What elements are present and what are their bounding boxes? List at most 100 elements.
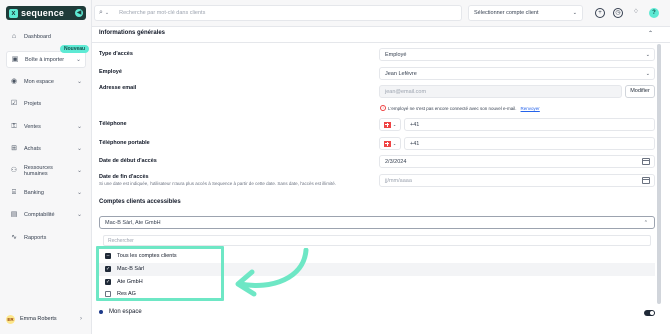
warning-text: L'employé ne s'est pas encore connecté a… xyxy=(388,105,517,111)
chevron-up-icon: ⌃ xyxy=(643,219,648,226)
sidebar-item-label: Projets xyxy=(24,100,42,107)
sidebar-item-banking[interactable]: ⌸ Banking ⌄ xyxy=(6,184,86,201)
logo-text: sequence xyxy=(21,8,65,18)
chevron-down-icon: ⌄ xyxy=(76,79,82,85)
home-icon: ⌂ xyxy=(11,32,17,40)
email-field: jean@email.com xyxy=(379,85,622,98)
phone-label: Téléphone xyxy=(99,121,127,127)
access-type-label: Type d'accès xyxy=(99,51,133,57)
swiss-flag-icon xyxy=(383,140,391,147)
account-select[interactable]: Sélectionner compte client ⌄ xyxy=(468,5,583,21)
sidebar-item-label: Ventes xyxy=(24,123,41,130)
sidebar-item-label: Banking xyxy=(24,189,44,196)
highlight-box xyxy=(96,246,224,301)
employee-label: Employé xyxy=(99,69,122,75)
clock-icon[interactable]: ◷ xyxy=(613,8,623,18)
sidebar-item-comptabilite[interactable]: ▤ Comptabilité ⌄ xyxy=(6,206,86,223)
collapse-sidebar-icon[interactable]: ◀ xyxy=(75,9,83,17)
modify-button[interactable]: Modifier xyxy=(625,85,655,98)
bank-icon: ⌸ xyxy=(11,188,17,196)
end-date-input[interactable]: jj/mm/aaaa xyxy=(379,174,655,187)
calendar-icon[interactable] xyxy=(642,177,650,184)
search-icon: ⌕ xyxy=(99,9,103,16)
scrollbar[interactable] xyxy=(657,44,661,304)
sidebar-item-projets[interactable]: ☑ Projets xyxy=(6,95,86,112)
purchases-icon: ⊞ xyxy=(11,144,17,152)
chevron-down-icon: ⌄ xyxy=(76,146,82,152)
search-input[interactable]: ⌕ ⌄ Recherche par mot-clé dans clients xyxy=(94,5,462,21)
main-content: Informations générales ⌃ Type d'accès Em… xyxy=(92,27,670,334)
employee-select[interactable]: Jean Lefèvre ⌄ xyxy=(379,67,655,80)
user-name: Emma Roberts xyxy=(20,316,57,322)
calendar-icon[interactable] xyxy=(642,158,650,165)
phone-field: ⌄ +41 xyxy=(379,118,655,131)
country-select[interactable]: ⌄ xyxy=(379,118,401,131)
mon-espace-toggle[interactable] xyxy=(644,310,655,316)
sidebar-item-mon-espace[interactable]: ◉ Mon espace ⌄ xyxy=(6,73,86,90)
sidebar-item-rapports[interactable]: ∿ Rapports xyxy=(6,229,86,246)
user-menu[interactable]: ER Emma Roberts › xyxy=(6,312,86,326)
chevron-down-icon: ⌄ xyxy=(75,57,81,63)
chevron-down-icon: ⌄ xyxy=(572,10,577,16)
end-date-help: Si une date est indiquée, l'utilisateur … xyxy=(99,181,336,186)
mobile-field: ⌄ +41 xyxy=(379,137,655,150)
end-date-label: Date de fin d'accès xyxy=(99,174,149,180)
topbar: ⌕ ⌄ Recherche par mot-clé dans clients S… xyxy=(92,0,670,27)
sales-icon: ⚿ xyxy=(11,122,17,130)
mobile-label: Téléphone portable xyxy=(99,140,150,146)
chevron-down-icon: ⌄ xyxy=(76,124,82,130)
access-type-value: Employé xyxy=(385,51,407,58)
accounts-title: Comptes clients accessibles xyxy=(99,199,181,205)
chevron-down-icon: ⌄ xyxy=(76,212,82,218)
sidebar-item-achats[interactable]: ⊞ Achats ⌄ xyxy=(6,140,86,157)
status-dot xyxy=(99,310,103,314)
access-type-select[interactable]: Employé ⌄ xyxy=(379,48,655,61)
accounting-icon: ▤ xyxy=(10,210,18,218)
phone-input[interactable]: +41 xyxy=(404,118,655,131)
search-placeholder: Recherche par mot-clé dans clients xyxy=(119,10,206,16)
projects-icon: ☑ xyxy=(10,99,18,107)
start-date-input[interactable]: 2/3/2024 xyxy=(379,155,655,168)
warning-icon: ! xyxy=(380,105,386,111)
avatar: ER xyxy=(6,314,15,324)
section-title[interactable]: Informations générales xyxy=(99,30,165,36)
chevron-down-icon: ⌄ xyxy=(645,70,650,77)
chevron-down-icon: ⌄ xyxy=(392,122,397,127)
hr-icon: ⚇ xyxy=(10,166,18,174)
accounts-search-input[interactable]: Rechercher xyxy=(103,235,651,246)
sidebar: x sequence ◀ ⌂ Dashboard ▣ Boîte à impor… xyxy=(0,0,92,334)
chevron-down-icon: ⌄ xyxy=(76,190,82,196)
sidebar-item-label: Boîte à importer xyxy=(25,56,65,63)
sidebar-item-label: Ressources humaines xyxy=(23,164,53,177)
chevron-right-icon: › xyxy=(80,316,82,322)
logo[interactable]: x sequence ◀ xyxy=(6,6,86,20)
mobile-input[interactable]: +41 xyxy=(404,137,655,150)
user-space-icon: ◉ xyxy=(10,77,18,85)
sidebar-item-inbox[interactable]: ▣ Boîte à importer ⌄ xyxy=(6,51,86,68)
sidebar-item-dashboard[interactable]: ⌂ Dashboard xyxy=(6,28,86,45)
sidebar-item-label: Mon espace xyxy=(24,78,54,85)
email-label: Adresse email xyxy=(99,85,137,91)
swiss-flag-icon xyxy=(383,121,391,128)
sidebar-item-label: Rapports xyxy=(24,234,47,241)
email-warning: ! L'employé ne s'est pas encore connecté… xyxy=(380,105,540,111)
resend-link[interactable]: Renvoyer xyxy=(521,106,540,111)
accounts-multiselect[interactable]: Mac-B Sàrl, Ate GmbH ⌃ xyxy=(99,216,655,229)
start-date-label: Date de début d'accès xyxy=(99,158,157,164)
sidebar-item-rh[interactable]: ⚇ Ressources humaines ⌄ xyxy=(6,162,86,179)
chevron-down-icon: ⌄ xyxy=(76,168,82,174)
add-icon[interactable]: + xyxy=(595,8,605,18)
employee-value: Jean Lefèvre xyxy=(385,70,417,77)
sidebar-item-label: Comptabilité xyxy=(24,211,55,218)
chevron-up-icon[interactable]: ⌃ xyxy=(648,30,653,37)
bell-icon[interactable]: ♢ xyxy=(631,8,641,18)
sidebar-item-ventes[interactable]: ⚿ Ventes ⌄ xyxy=(6,118,86,135)
country-select[interactable]: ⌄ xyxy=(379,137,401,150)
sidebar-item-label: Achats xyxy=(24,145,41,152)
chevron-down-icon: ⌄ xyxy=(645,51,650,58)
app-root: x sequence ◀ ⌂ Dashboard ▣ Boîte à impor… xyxy=(0,0,670,334)
help-icon[interactable]: ? xyxy=(649,8,659,18)
reports-icon: ∿ xyxy=(11,233,17,241)
pointer-arrow-icon xyxy=(235,248,309,297)
chevron-down-icon[interactable]: ⌄ xyxy=(105,10,109,16)
